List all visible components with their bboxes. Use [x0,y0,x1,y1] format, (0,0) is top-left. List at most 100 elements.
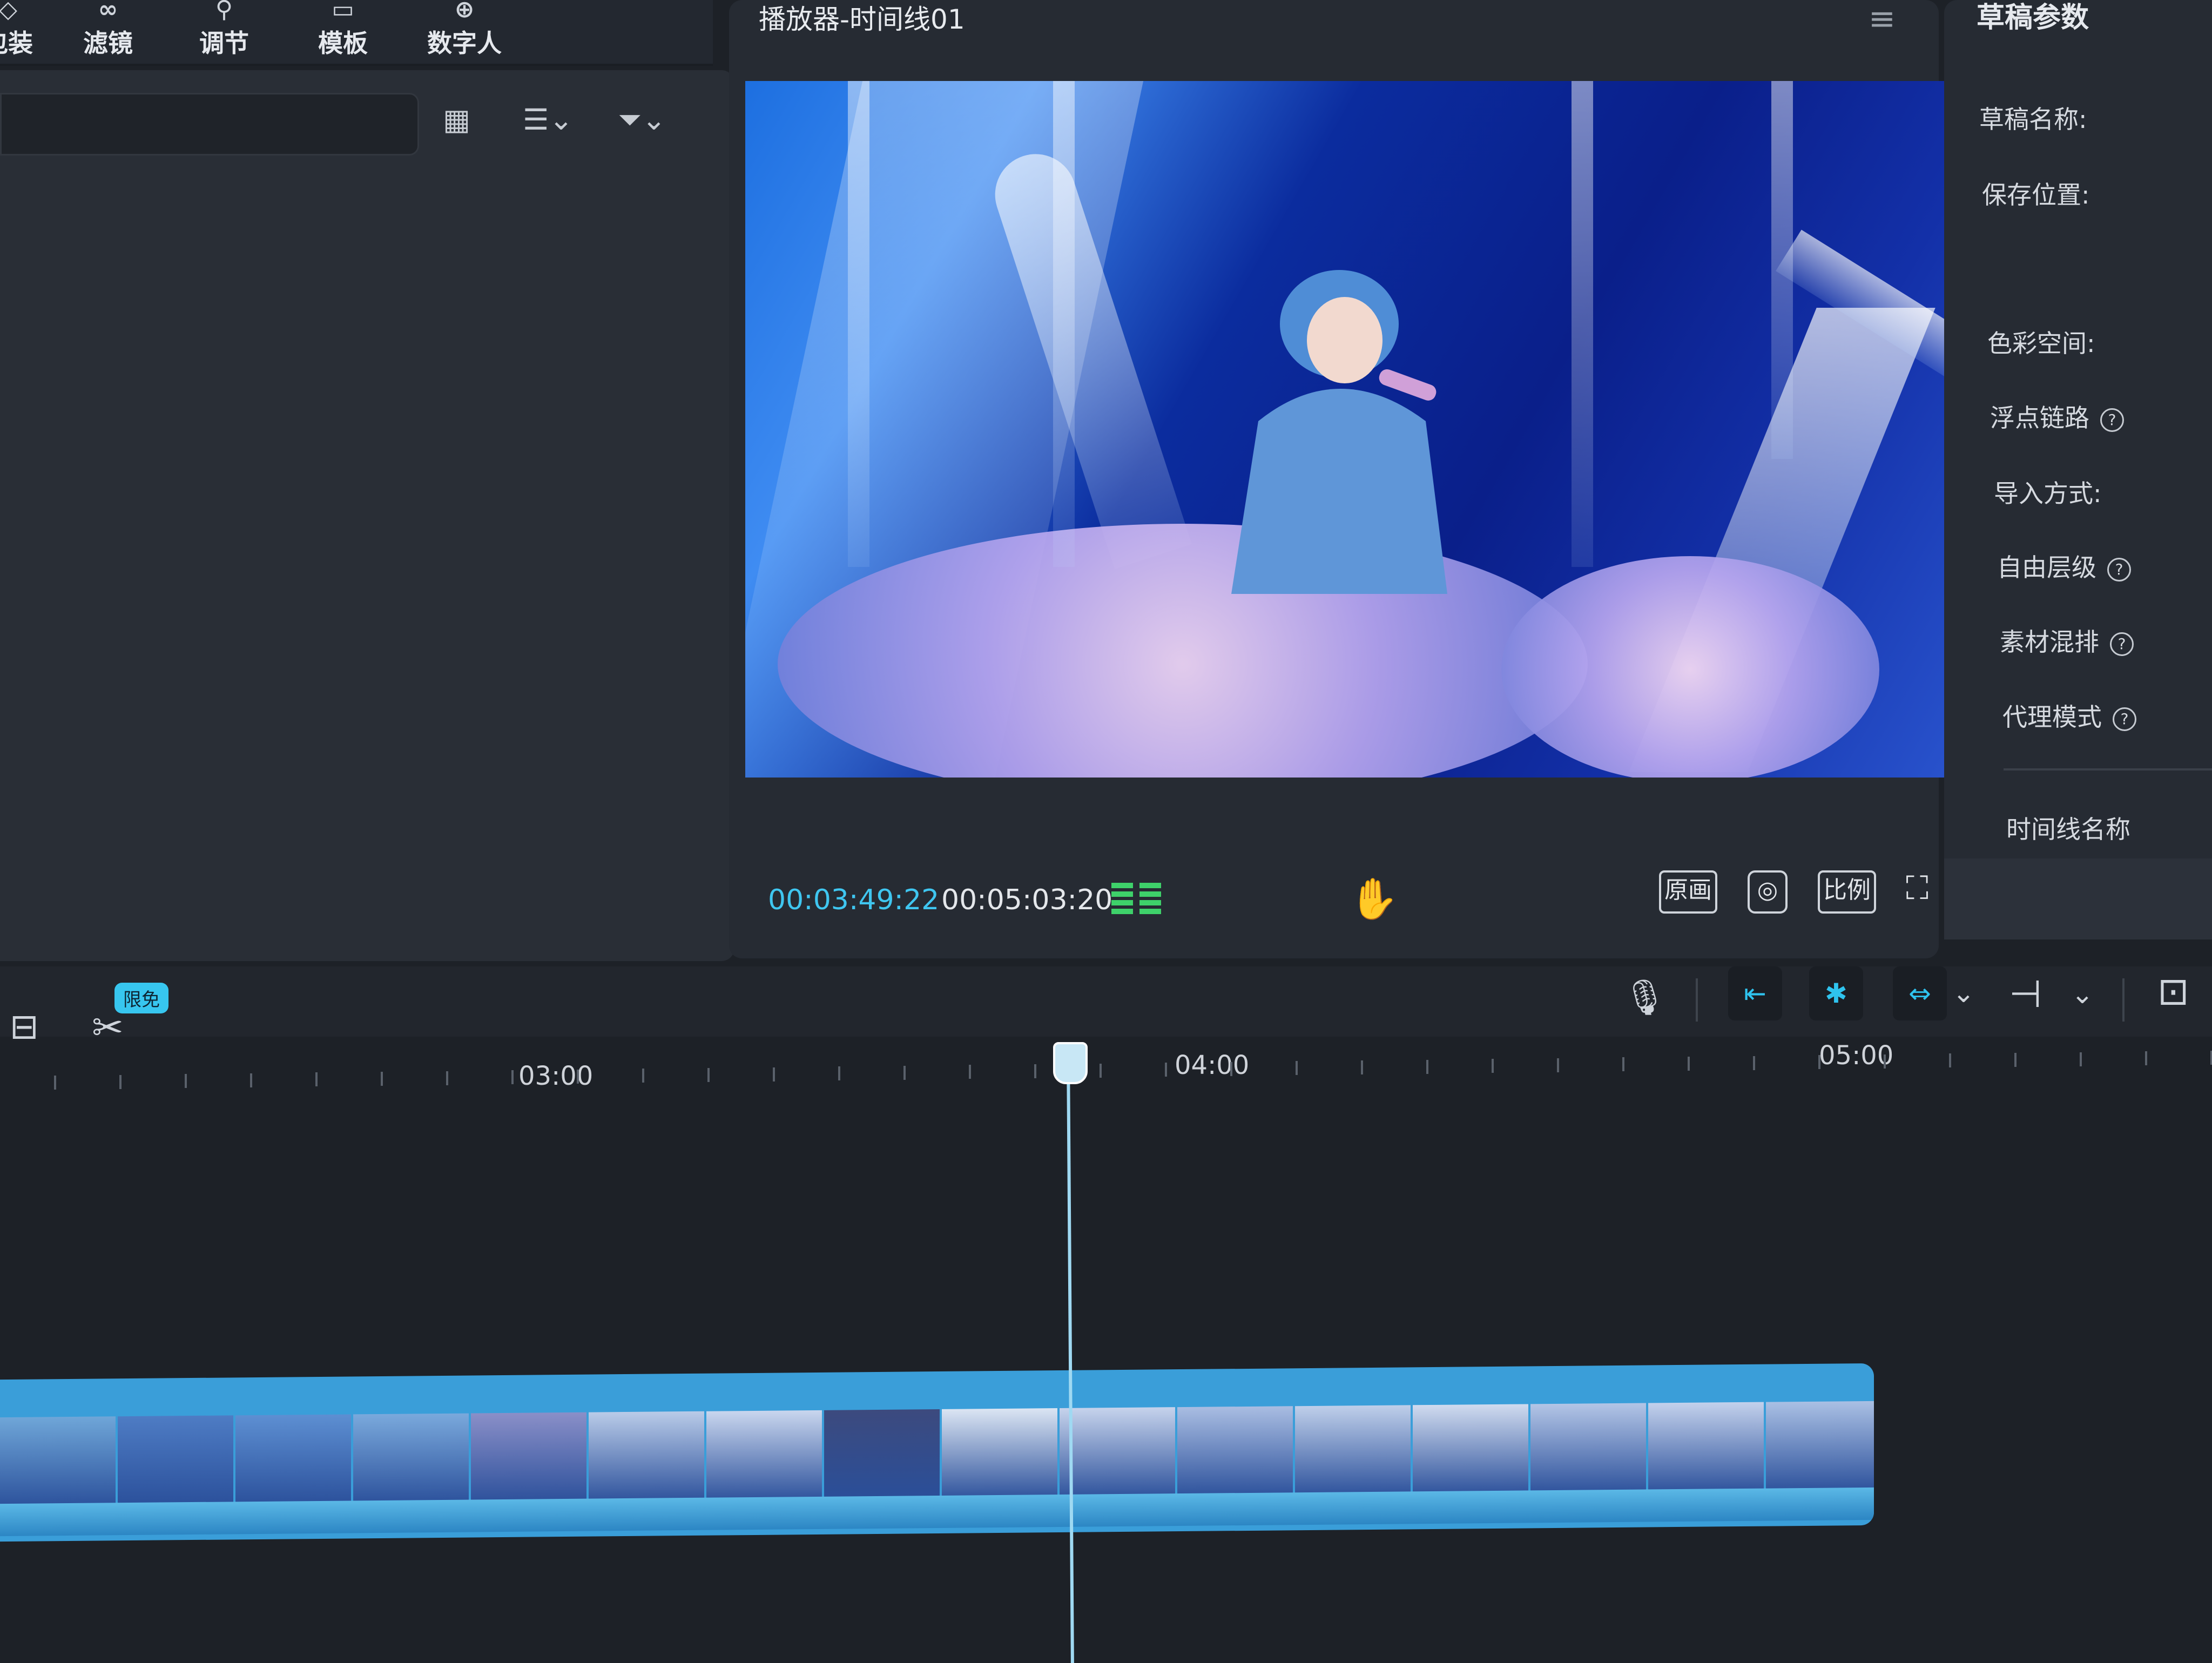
toolbar-item-digital-human[interactable]: ⊕ 数字人 [416,0,513,59]
clip-thumbnail [1177,1406,1293,1499]
clip-thumbnail [235,1414,351,1507]
ruler-tick [1100,1063,1102,1078]
divider [1696,978,1698,1022]
proxy-mode-row: 代理模式? [2002,698,2136,733]
link-left-icon[interactable]: ⇤ [1728,966,1782,1020]
ruler-tick [511,1070,514,1085]
chevron-down-icon[interactable]: ⌄ [2071,978,2094,1010]
clip-thumbnail [1648,1402,1764,1495]
clip-thumbnail [589,1411,704,1504]
filter-dropdown-icon[interactable]: ⏷⌄ [618,103,666,137]
float-link-label: 浮点链路 [1990,403,2089,432]
free-layer-label: 自由层级 [1997,553,2096,582]
menu-icon[interactable]: ≡ [1869,0,1896,38]
ruler-label: 05:00 [1819,1040,1894,1071]
decor-icon: ◇ [0,0,17,22]
ruler-tick [1230,1062,1232,1076]
ruler-tick [54,1076,56,1090]
help-icon[interactable]: ? [2100,408,2124,432]
toolbar-item-decor[interactable]: ◇ 包装 [0,0,38,59]
save-location-label: 保存位置: [1982,180,2090,209]
params-title: 草稿参数 [1977,2,2089,34]
microphone-icon[interactable]: 🎙 [1623,977,1667,1018]
video-clip[interactable] [0,1363,1874,1542]
total-timecode: 00:05:03:20 [941,884,1113,916]
video-preview[interactable] [745,81,1971,778]
link-icon[interactable]: ⇔ [1893,966,1947,1020]
snap-icon[interactable]: ✱ [1809,966,1863,1020]
player-title: 播放器-时间线01 [759,4,965,35]
hand-cursor-icon: ✋ [1349,876,1399,922]
ratio-button[interactable]: 比例 [1818,870,1876,914]
ruler-label: 03:00 [518,1061,594,1091]
timeline-toolbar [0,966,2212,1037]
ruler-tick [838,1066,840,1081]
ruler-tick [1753,1056,1755,1070]
toolbar-item-template[interactable]: ▭ 模板 [308,0,378,59]
timeline-name-label: 时间线名称 [2006,815,2130,844]
ruler-tick [446,1071,448,1085]
media-panel: ▦ ☰⌄ ⏷⌄ [0,70,734,961]
ruler-tick [903,1065,906,1080]
ruler-tick [1034,1064,1036,1078]
fullscreen-icon[interactable]: ⛶ [1902,870,1932,909]
params-footer [1944,858,2212,939]
ruler-tick [1165,1063,1167,1077]
flower-rope-mid [1053,81,1075,567]
flower-boat-right [1501,556,1879,778]
ruler-tick [1688,1057,1690,1071]
ruler-tick [2145,1051,2147,1066]
ruler-tick [577,1069,579,1084]
clip-thumbnail [706,1410,822,1503]
material-mix-row: 素材混排? [2000,623,2134,658]
split-preview-icon[interactable]: ⊣ [2009,972,2042,1016]
ruler-tick [1949,1053,1951,1068]
ruler-tick [1296,1061,1298,1076]
clip-thumbnail [353,1413,469,1506]
import-mode-label: 导入方式: [1994,479,2102,508]
ruler-tick [1361,1060,1363,1074]
ruler-tick [119,1074,122,1089]
clip-thumbnail [0,1416,116,1510]
color-space-label: 色彩空间: [1987,329,2095,358]
clip-thumbnail [942,1408,1057,1501]
draft-name-label: 草稿名称: [1979,105,2087,134]
chevron-down-icon[interactable]: ⌄ [1952,977,1975,1009]
ruler-tick [773,1067,775,1081]
grid-view-icon[interactable]: ▦ [443,103,470,137]
help-icon[interactable]: ? [2110,632,2134,656]
player-panel: 播放器-时间线01 ≡ 00:03:49:22 00:05:03:20 ✋ 原画… [729,0,1971,958]
help-icon[interactable]: ? [2107,557,2131,582]
audio-meter-icon [1111,883,1164,922]
ruler-tick [1492,1059,1494,1073]
subtitle-edit-icon[interactable]: ⊟ [10,1007,39,1047]
screenshot-icon[interactable]: ◎ [1748,870,1788,914]
current-timecode: 00:03:49:22 [768,884,940,916]
ruler-tick [1426,1059,1428,1074]
original-quality-button[interactable]: 原画 [1659,870,1717,914]
playhead-handle[interactable] [1053,1042,1088,1084]
proxy-mode-label: 代理模式 [2002,702,2102,732]
toolbar-item-adjust[interactable]: ⚲ 调节 [189,0,259,59]
ruler-tick [250,1073,252,1087]
clip-thumbnail [1295,1405,1411,1498]
ruler-tick [315,1072,318,1087]
draft-params-panel: 草稿参数 草稿名称: 保存位置: 色彩空间: 浮点链路? 导入方式: 自由层级?… [1944,0,2212,939]
zoom-fit-icon[interactable]: ⊡ [2157,969,2189,1013]
ruler-tick [2080,1052,2082,1066]
free-badge: 限免 [114,983,168,1013]
material-mix-label: 素材混排 [2000,627,2099,657]
free-layer-row: 自由层级? [1997,548,2131,584]
ruler-tick [1557,1058,1559,1072]
clip-thumbnail [1060,1407,1175,1500]
search-input[interactable] [0,93,419,156]
sort-icon[interactable]: ☰⌄ [523,103,574,137]
ruler-label: 04:00 [1175,1050,1250,1080]
ruler-tick [185,1074,187,1089]
toolbar-item-filter[interactable]: ∞ 滤镜 [73,0,143,59]
flower-rope-left [848,81,869,567]
ruler-tick [707,1068,710,1082]
ruler-tick [381,1072,383,1086]
digital-human-icon: ⊕ [454,0,475,22]
help-icon[interactable]: ? [2113,707,2136,731]
